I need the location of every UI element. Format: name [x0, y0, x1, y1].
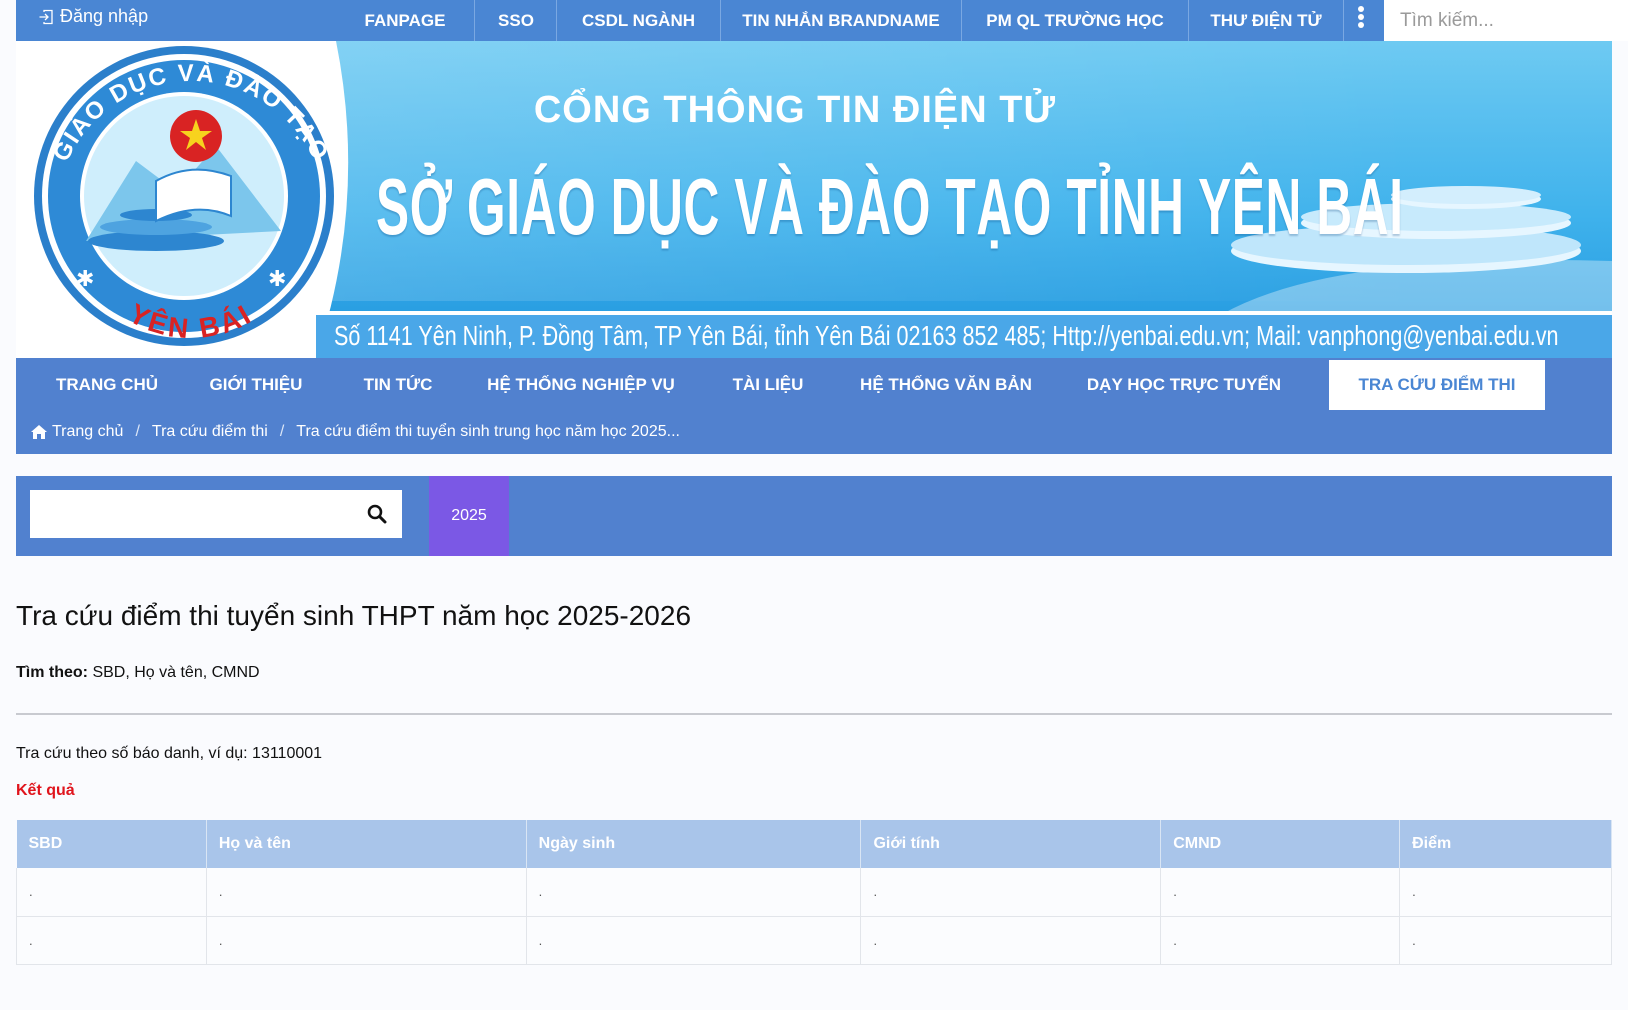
table-row: . . . . . . — [16, 916, 1612, 965]
page-title: Tra cứu điểm thi tuyển sinh THPT năm học… — [16, 600, 692, 631]
table-cell: . — [1399, 868, 1612, 917]
table-cell: . — [860, 916, 1162, 965]
nav-tai-lieu[interactable]: TÀI LIỆU — [716, 358, 820, 412]
breadcrumb-separator: / — [135, 423, 140, 440]
table-cell: . — [206, 868, 527, 917]
svg-text:✱: ✱ — [76, 266, 94, 291]
nav-trang-chu[interactable]: TRANG CHỦ — [40, 358, 174, 412]
breadcrumb-current: Tra cứu điểm thi tuyển sinh trung học nă… — [296, 423, 680, 440]
login-icon — [38, 9, 54, 25]
search-hint: Tra cứu theo số báo danh, ví dụ: 1311000… — [16, 745, 323, 762]
table-cell: . — [206, 916, 527, 965]
login-link[interactable]: Đăng nhập — [38, 0, 148, 33]
column-header-cmnd: CMND — [1160, 820, 1401, 868]
top-nav-pm-ql-truong-hoc[interactable]: PM QL TRƯỜNG HỌC — [962, 0, 1188, 41]
home-icon — [30, 424, 48, 440]
table-row: . . . . . . — [16, 868, 1612, 917]
login-label: Đăng nhập — [60, 6, 149, 26]
table-cell: . — [1399, 916, 1612, 965]
table-cell: . — [1160, 916, 1401, 965]
top-bar: Đăng nhập FANPAGE SSO CSDL NGÀNH TIN NHẮ… — [16, 0, 1628, 41]
search-by-label: Tìm theo: — [16, 664, 88, 681]
top-nav-tin-nhan-brandname[interactable]: TIN NHẮN BRANDNAME — [721, 0, 961, 41]
nav-gioi-thieu[interactable]: GIỚI THIỆU — [196, 358, 316, 412]
column-header-ho-va-ten: Họ và tên — [206, 820, 527, 868]
table-cell: . — [860, 868, 1162, 917]
svg-text:✱: ✱ — [268, 266, 286, 291]
search-icon[interactable] — [352, 490, 402, 538]
results-table: SBD Họ và tên Ngày sinh Giới tính CMND Đ… — [16, 820, 1612, 965]
breadcrumb-tra-cuu-diem-thi[interactable]: Tra cứu điểm thi — [152, 423, 268, 441]
search-by-value: SBD, Họ và tên, CMND — [92, 664, 260, 681]
table-cell: . — [526, 868, 862, 917]
top-nav-csdl-nganh[interactable]: CSDL NGÀNH — [557, 0, 720, 41]
site-search — [1384, 0, 1628, 41]
column-header-gioi-tinh: Giới tính — [860, 820, 1162, 868]
filter-bar: 2025 — [16, 476, 1612, 556]
table-header-row: SBD Họ và tên Ngày sinh Giới tính CMND Đ… — [16, 820, 1612, 868]
result-label: Kết quả — [16, 782, 75, 799]
top-nav-sso[interactable]: SSO — [475, 0, 557, 41]
breadcrumb-separator: / — [279, 423, 285, 440]
top-nav-fanpage[interactable]: FANPAGE — [341, 0, 469, 41]
divider — [1343, 0, 1344, 41]
nav-day-hoc-truc-tuyen[interactable]: DẠY HỌC TRỰC TUYẾN — [1074, 358, 1294, 412]
nav-tin-tuc[interactable]: TIN TỨC — [348, 358, 448, 412]
score-search-input[interactable] — [30, 492, 352, 536]
banner-subtitle: CỔNG THÔNG TIN ĐIỆN TỬ — [533, 89, 1056, 131]
kebab-menu-icon[interactable] — [1346, 0, 1376, 34]
breadcrumb: Trang chủ / Tra cứu điểm thi / Tra cứu đ… — [30, 422, 680, 442]
column-header-diem: Điểm — [1399, 820, 1612, 868]
banner-title: SỞ GIÁO DỤC VÀ ĐÀO TẠO TỈNH YÊN BÁI — [376, 162, 1404, 251]
year-tab-2025[interactable]: 2025 — [429, 476, 509, 556]
nav-tra-cuu-diem-thi[interactable]: TRA CỨU ĐIỂM THI — [1329, 360, 1545, 410]
table-cell: . — [16, 916, 207, 965]
nav-he-thong-van-ban[interactable]: HỆ THỐNG VĂN BẢN — [846, 358, 1046, 412]
table-cell: . — [16, 868, 207, 917]
search-by-info: Tìm theo: SBD, Họ và tên, CMND — [16, 664, 260, 682]
breadcrumb-home[interactable]: Trang chủ — [52, 423, 123, 441]
column-header-sbd: SBD — [16, 820, 207, 868]
divider — [16, 713, 1612, 715]
score-search — [30, 490, 402, 538]
site-banner: GIÁO DỤC VÀ ĐÀO TẠO YÊN BÁI ✱ ✱ CỔNG THÔ… — [16, 41, 1612, 358]
top-nav-thu-dien-tu[interactable]: THƯ ĐIỆN TỬ — [1189, 0, 1343, 41]
table-cell: . — [1160, 868, 1401, 917]
column-header-ngay-sinh: Ngày sinh — [526, 820, 862, 868]
site-search-input[interactable] — [1384, 2, 1628, 39]
table-cell: . — [526, 916, 862, 965]
main-nav: TRANG CHỦ GIỚI THIỆU TIN TỨC HỆ THỐNG NG… — [16, 358, 1612, 454]
nav-he-thong-nghiep-vu[interactable]: HỆ THỐNG NGHIỆP VỤ — [476, 358, 686, 412]
banner-address: Số 1141 Yên Ninh, P. Đồng Tâm, TP Yên Bá… — [334, 320, 1559, 351]
